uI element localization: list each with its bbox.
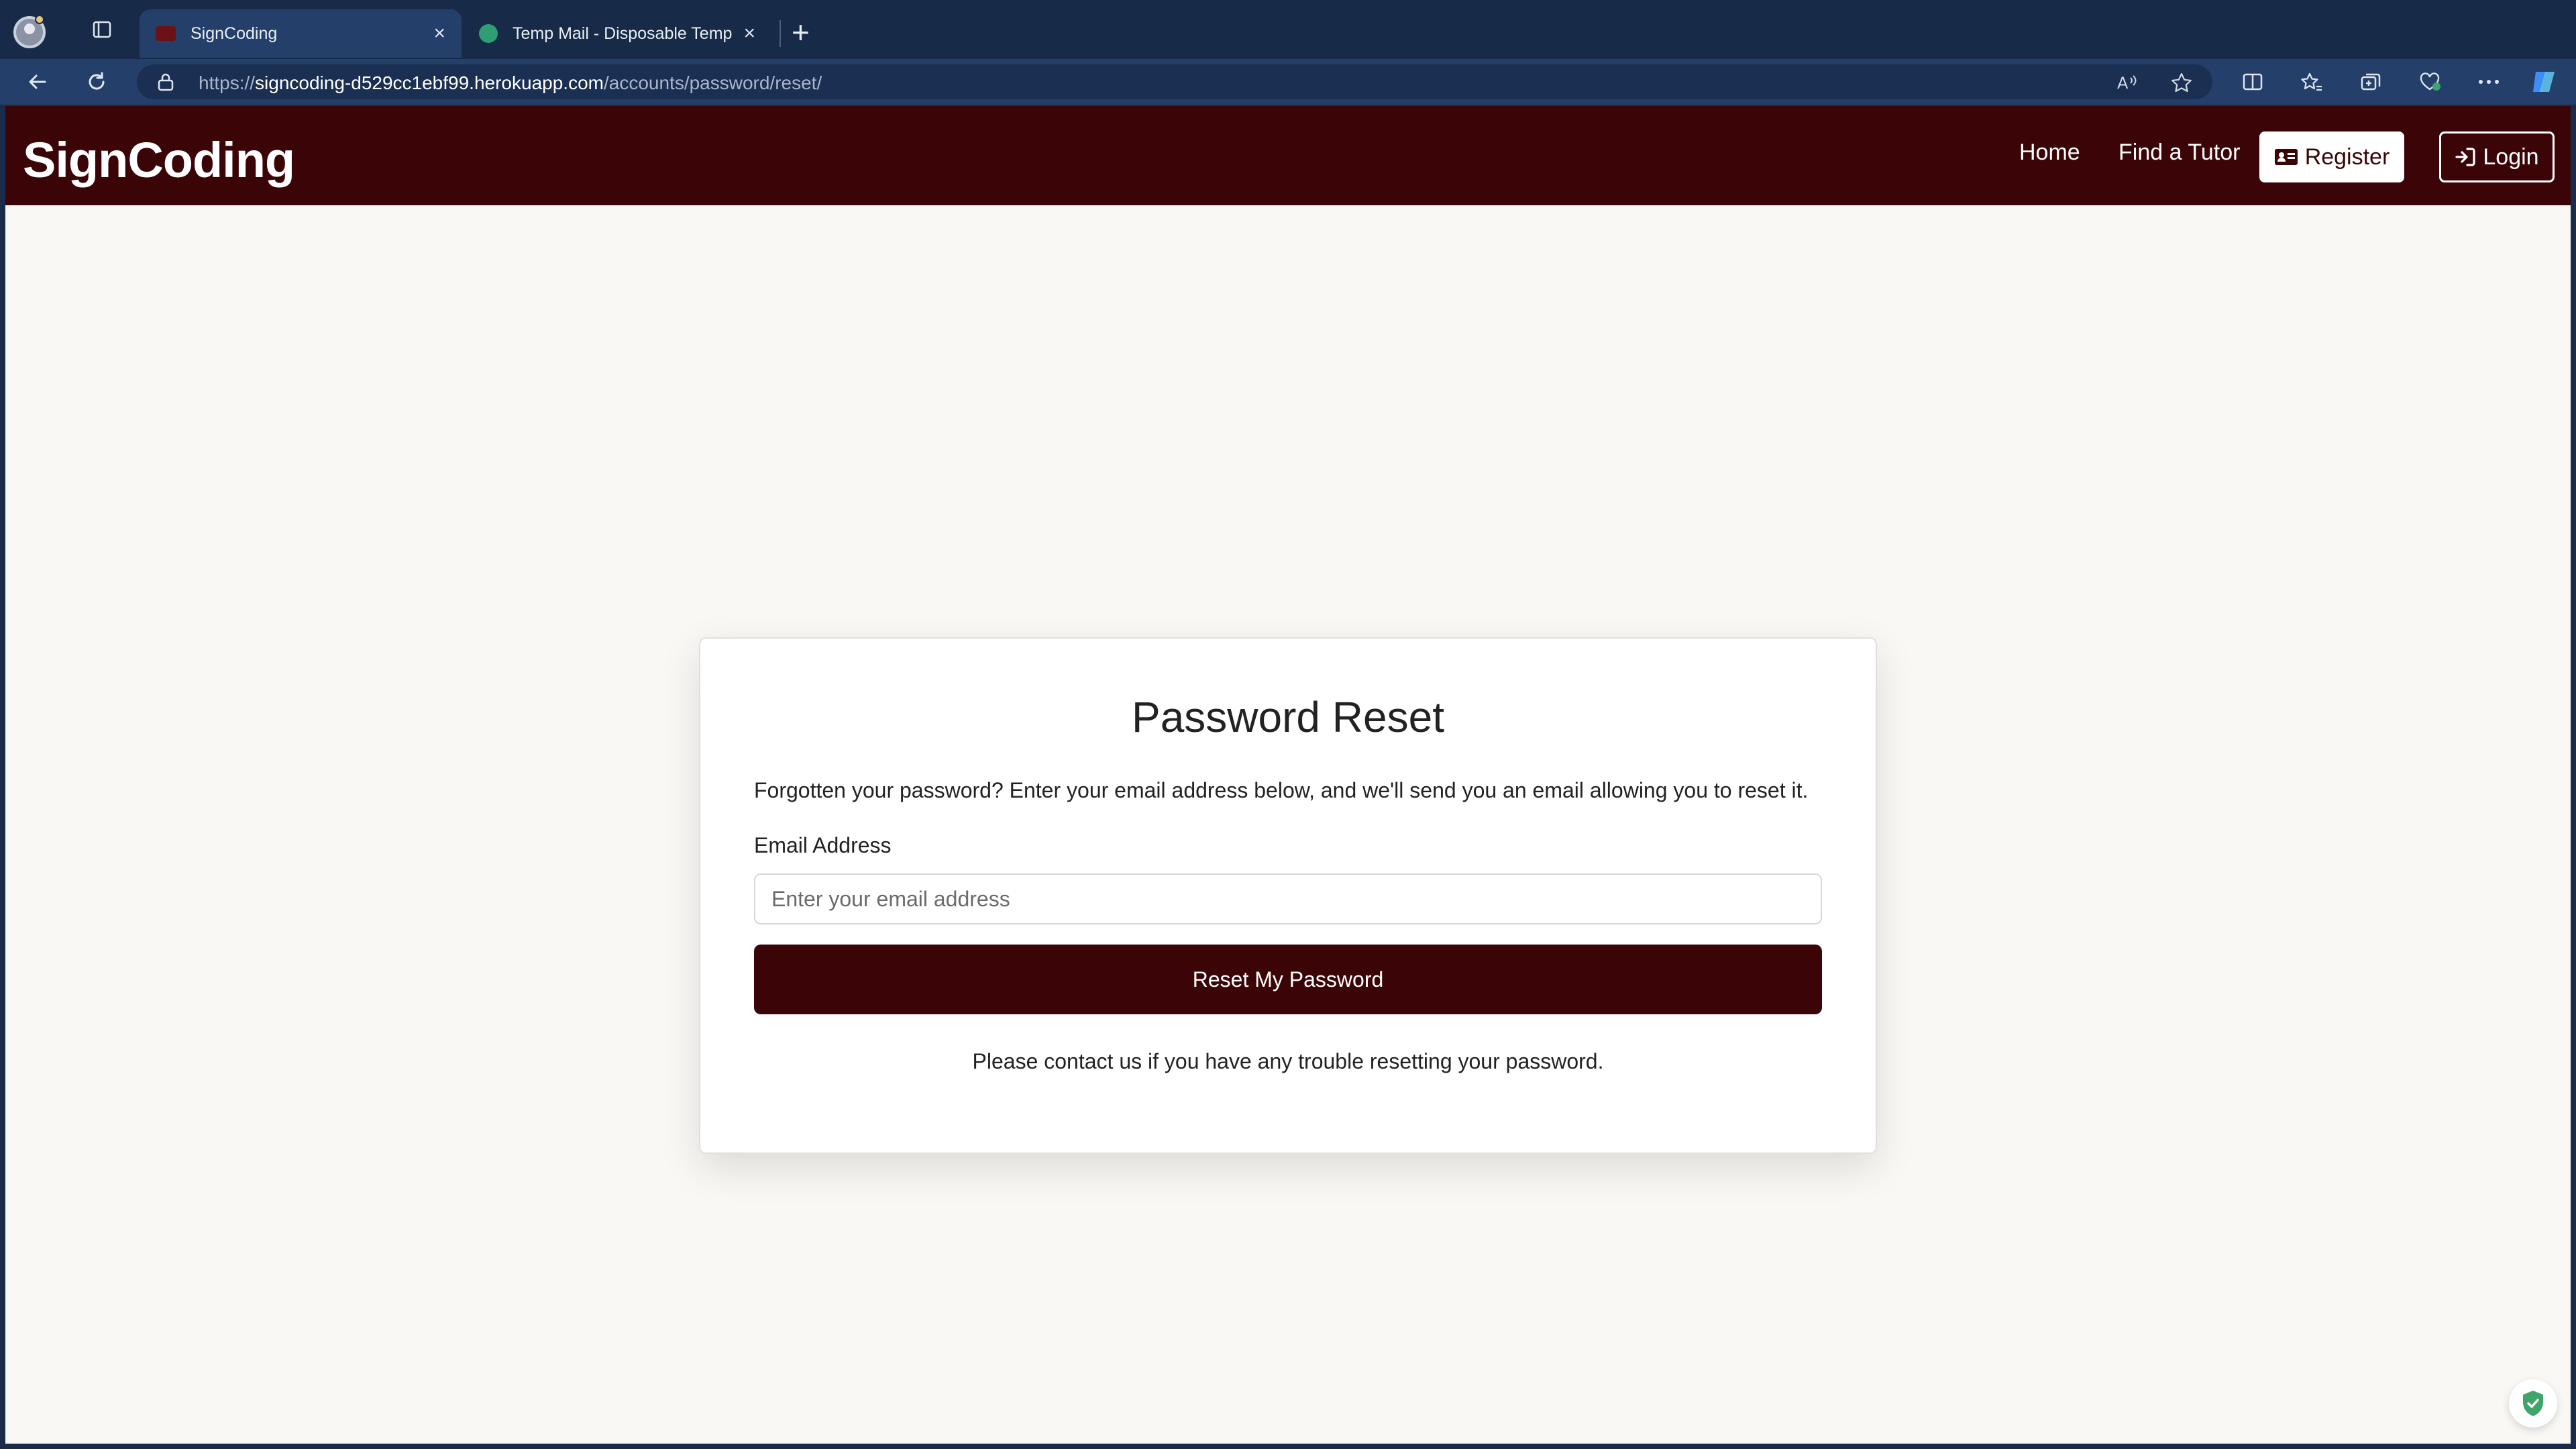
reload-icon[interactable] <box>79 66 114 98</box>
browser-essentials-icon[interactable] <box>2412 66 2447 98</box>
page-title: Password Reset <box>1132 693 1444 741</box>
svg-text:A: A <box>2117 74 2129 93</box>
security-shield-icon[interactable] <box>2509 1379 2557 1428</box>
email-input[interactable] <box>754 873 1822 924</box>
reset-password-button[interactable]: Reset My Password <box>754 945 1822 1014</box>
login-button-label: Login <box>2483 144 2539 170</box>
close-tab-icon[interactable]: × <box>433 22 445 45</box>
tab-separator <box>780 20 781 47</box>
nav-home-link[interactable]: Home <box>2019 140 2080 166</box>
copilot-icon[interactable] <box>2526 66 2561 98</box>
email-label: Email Address <box>754 833 892 857</box>
tab-title: Temp Mail - Disposable Tempor <box>513 23 733 43</box>
id-card-icon <box>2274 148 2298 166</box>
browser-toolbar: https://signcoding-d529cc1ebf99.herokuap… <box>0 59 2576 105</box>
tab-temp-mail[interactable]: Temp Mail - Disposable Tempor × <box>463 9 771 58</box>
url-host: signcoding-d529cc1ebf99.herokuapp.com <box>255 72 604 93</box>
profile-status-dot <box>35 15 44 24</box>
tab-signcoding[interactable]: SignCoding × <box>140 9 462 58</box>
split-screen-icon[interactable] <box>2235 66 2270 98</box>
favorite-star-icon[interactable] <box>2171 72 2192 98</box>
url-scheme: https:// <box>199 72 256 93</box>
collections-icon[interactable] <box>2353 66 2388 98</box>
tab-title: SignCoding <box>191 23 278 43</box>
favorites-icon[interactable] <box>2294 66 2329 98</box>
close-tab-icon[interactable]: × <box>743 22 755 45</box>
read-aloud-icon[interactable]: A <box>2116 72 2139 98</box>
address-bar[interactable]: https://signcoding-d529cc1ebf99.herokuap… <box>137 64 2212 99</box>
temp-mail-favicon-icon <box>479 24 498 43</box>
nav-find-tutor-link[interactable]: Find a Tutor <box>2118 140 2240 166</box>
site-navbar: SignCoding Home Find a Tutor Register Lo… <box>5 106 2571 205</box>
register-button-label: Register <box>2304 144 2390 170</box>
page-viewport: SignCoding Home Find a Tutor Register Lo… <box>5 106 2571 1444</box>
login-button[interactable]: Login <box>2439 131 2555 182</box>
more-options-icon[interactable] <box>2471 66 2506 98</box>
back-arrow-icon[interactable] <box>20 66 55 98</box>
url-text[interactable]: https://signcoding-d529cc1ebf99.herokuap… <box>199 72 822 94</box>
password-reset-card: Password Reset Forgotten your password? … <box>699 637 1877 1154</box>
signcoding-favicon-icon <box>156 26 176 41</box>
tab-actions-icon <box>93 21 111 38</box>
register-button[interactable]: Register <box>2259 131 2404 182</box>
reset-instructions: Forgotten your password? Enter your emai… <box>754 778 1809 802</box>
browser-tabbar: SignCoding × Temp Mail - Disposable Temp… <box>0 0 2576 59</box>
tab-actions-button[interactable] <box>82 9 122 50</box>
new-tab-plus-icon[interactable]: + <box>792 13 810 51</box>
lock-icon[interactable] <box>157 72 174 91</box>
sign-in-icon <box>2455 146 2476 168</box>
contact-note: Please contact us if you have any troubl… <box>972 1049 1604 1073</box>
url-path: /accounts/password/reset/ <box>603 72 822 93</box>
site-logo[interactable]: SignCoding <box>23 131 295 189</box>
